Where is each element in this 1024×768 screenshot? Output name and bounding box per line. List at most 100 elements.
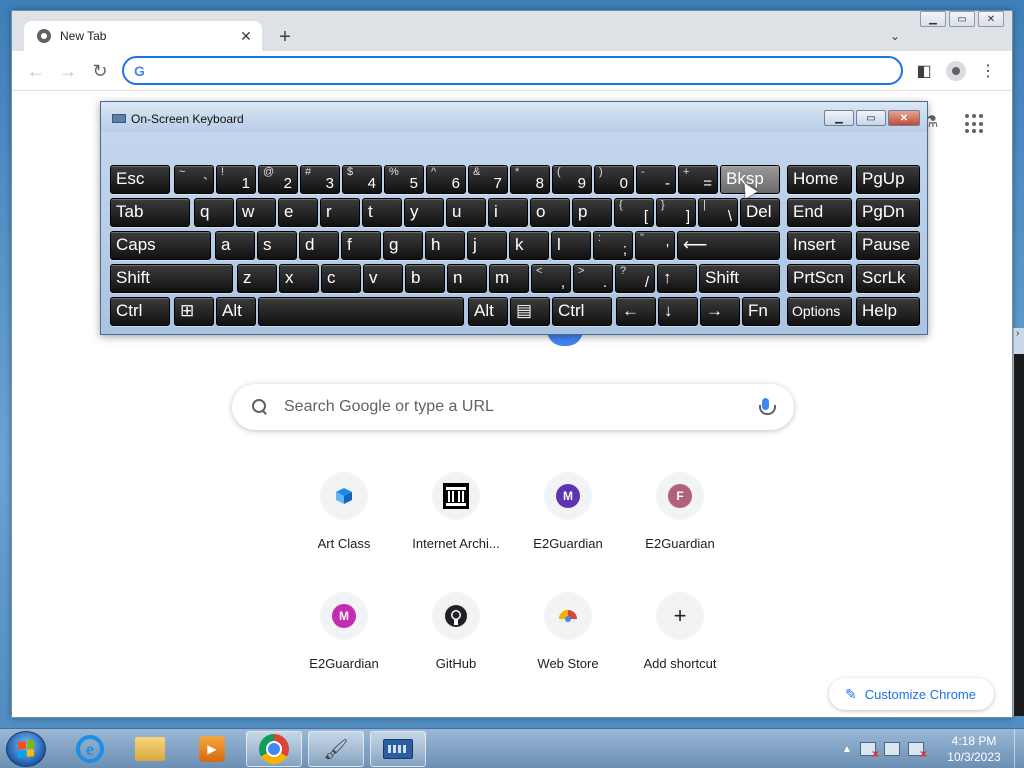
osk-key[interactable]: Help	[856, 297, 920, 326]
osk-key[interactable]: l	[551, 231, 591, 260]
customize-chrome-button[interactable]: ✎ Customize Chrome	[829, 678, 994, 710]
osk-key[interactable]: Esc	[110, 165, 170, 194]
osk-key[interactable]: Ctrl	[552, 297, 612, 326]
back-button[interactable]: ←	[24, 59, 48, 83]
osk-key[interactable]: g	[383, 231, 423, 260]
osk-key[interactable]: o	[530, 198, 570, 227]
volume-muted-icon[interactable]	[907, 742, 927, 761]
osk-key[interactable]: q	[194, 198, 234, 227]
voice-search-mic-icon[interactable]	[754, 395, 778, 419]
network-icon[interactable]	[883, 742, 900, 756]
osk-key[interactable]: <,	[531, 264, 571, 293]
osk-key[interactable]: x	[279, 264, 319, 293]
tab-new-tab[interactable]: New Tab ✕	[24, 21, 262, 51]
shortcut-tile[interactable]: M E2Guardian	[512, 462, 624, 552]
osk-key[interactable]: →	[700, 297, 740, 326]
shortcut-tile[interactable]: Art Class	[288, 462, 400, 552]
osk-key[interactable]: {[	[614, 198, 654, 227]
taskbar-media-player[interactable]: ▶	[184, 731, 240, 767]
show-hidden-icons-icon[interactable]: ▲	[842, 744, 852, 755]
shortcut-tile[interactable]: GitHub	[400, 582, 512, 672]
osk-key[interactable]: e	[278, 198, 318, 227]
osk-key[interactable]: c	[321, 264, 361, 293]
osk-key[interactable]: d	[299, 231, 339, 260]
osk-key[interactable]: ↑	[657, 264, 697, 293]
osk-key[interactable]: ) 0	[594, 165, 634, 194]
add-shortcut-tile[interactable]: + Add shortcut	[624, 582, 736, 672]
taskbar-paint[interactable]: 🖌	[308, 731, 364, 767]
action-center-flag-icon[interactable]	[859, 742, 879, 761]
osk-minimize-button[interactable]: ▁	[824, 110, 854, 126]
osk-key[interactable]: PgUp	[856, 165, 920, 194]
osk-key[interactable]: ! 1	[216, 165, 256, 194]
osk-key[interactable]: ⟵	[677, 231, 780, 260]
partial-background-window[interactable]: ›	[1013, 328, 1024, 716]
osk-key[interactable]: ⊞	[174, 297, 214, 326]
osk-key[interactable]: y	[404, 198, 444, 227]
osk-key[interactable]: ↓	[658, 297, 698, 326]
osk-key[interactable]: >.	[573, 264, 613, 293]
osk-key[interactable]: % 5	[384, 165, 424, 194]
tab-search-chevron-icon[interactable]: ⌄	[884, 25, 906, 47]
osk-key[interactable]: b	[405, 264, 445, 293]
tab-close-icon[interactable]: ✕	[236, 26, 256, 46]
osk-key[interactable]: ~ `	[174, 165, 214, 194]
taskbar-osk[interactable]	[370, 731, 426, 767]
reload-button[interactable]: ↻	[88, 59, 112, 83]
taskbar-ie[interactable]: e	[62, 731, 118, 767]
osk-key[interactable]: Caps	[110, 231, 211, 260]
minimize-button[interactable]: ▁	[920, 11, 946, 27]
google-apps-icon[interactable]	[965, 114, 985, 134]
osk-key[interactable]: k	[509, 231, 549, 260]
osk-key[interactable]: ←	[616, 297, 656, 326]
osk-key[interactable]: ^ 6	[426, 165, 466, 194]
osk-key[interactable]: Tab	[110, 198, 190, 227]
osk-key[interactable]: s	[257, 231, 297, 260]
profile-button[interactable]	[944, 59, 968, 83]
osk-key[interactable]: a	[215, 231, 255, 260]
taskbar-chrome[interactable]	[246, 731, 302, 767]
osk-key[interactable]: (9	[552, 165, 592, 194]
side-panel-icon[interactable]: ◧	[912, 59, 936, 83]
osk-key[interactable]: @2	[258, 165, 298, 194]
osk-key[interactable]: & 7	[468, 165, 508, 194]
osk-key[interactable]: $4	[342, 165, 382, 194]
osk-key[interactable]: Insert	[787, 231, 852, 260]
osk-key[interactable]: i	[488, 198, 528, 227]
osk-key[interactable]: v	[363, 264, 403, 293]
osk-key[interactable]: * 8	[510, 165, 550, 194]
osk-close-button[interactable]: ✕	[888, 110, 920, 126]
osk-key[interactable]: n	[447, 264, 487, 293]
osk-key[interactable]: Fn	[742, 297, 780, 326]
osk-key[interactable]: p	[572, 198, 612, 227]
close-window-button[interactable]: ✕	[978, 11, 1004, 27]
osk-key[interactable]: m	[489, 264, 529, 293]
osk-key[interactable]: Options	[787, 297, 852, 326]
osk-key[interactable]: t	[362, 198, 402, 227]
shortcut-tile[interactable]: F E2Guardian	[624, 462, 736, 552]
osk-key[interactable]: Alt	[468, 297, 508, 326]
clock[interactable]: 4:18 PM 10/3/2023	[936, 733, 1012, 765]
shortcut-tile[interactable]: M E2Guardian	[288, 582, 400, 672]
osk-key[interactable]: j	[467, 231, 507, 260]
osk-key[interactable]: PgDn	[856, 198, 920, 227]
maximize-button[interactable]: ▭	[949, 11, 975, 27]
osk-key[interactable]: ScrLk	[856, 264, 920, 293]
ntp-search-box[interactable]: Search Google or type a URL	[232, 384, 794, 430]
osk-key[interactable]: w	[236, 198, 276, 227]
omnibox[interactable]: G	[122, 56, 903, 85]
new-tab-button[interactable]: +	[272, 24, 298, 50]
osk-key[interactable]: Shift	[110, 264, 233, 293]
osk-key[interactable]: ▤	[510, 297, 550, 326]
osk-key[interactable]: :;	[593, 231, 633, 260]
osk-key[interactable]: PrtScn	[787, 264, 852, 293]
osk-key[interactable]	[258, 297, 464, 326]
osk-key[interactable]: --	[636, 165, 676, 194]
osk-key[interactable]: z	[237, 264, 277, 293]
osk-key[interactable]: End	[787, 198, 852, 227]
shortcut-tile[interactable]: Internet Archi...	[400, 462, 512, 552]
osk-key[interactable]: | \	[698, 198, 738, 227]
osk-key[interactable]: Home	[787, 165, 852, 194]
shortcut-tile[interactable]: Web Store	[512, 582, 624, 672]
osk-key[interactable]: Del	[740, 198, 780, 227]
